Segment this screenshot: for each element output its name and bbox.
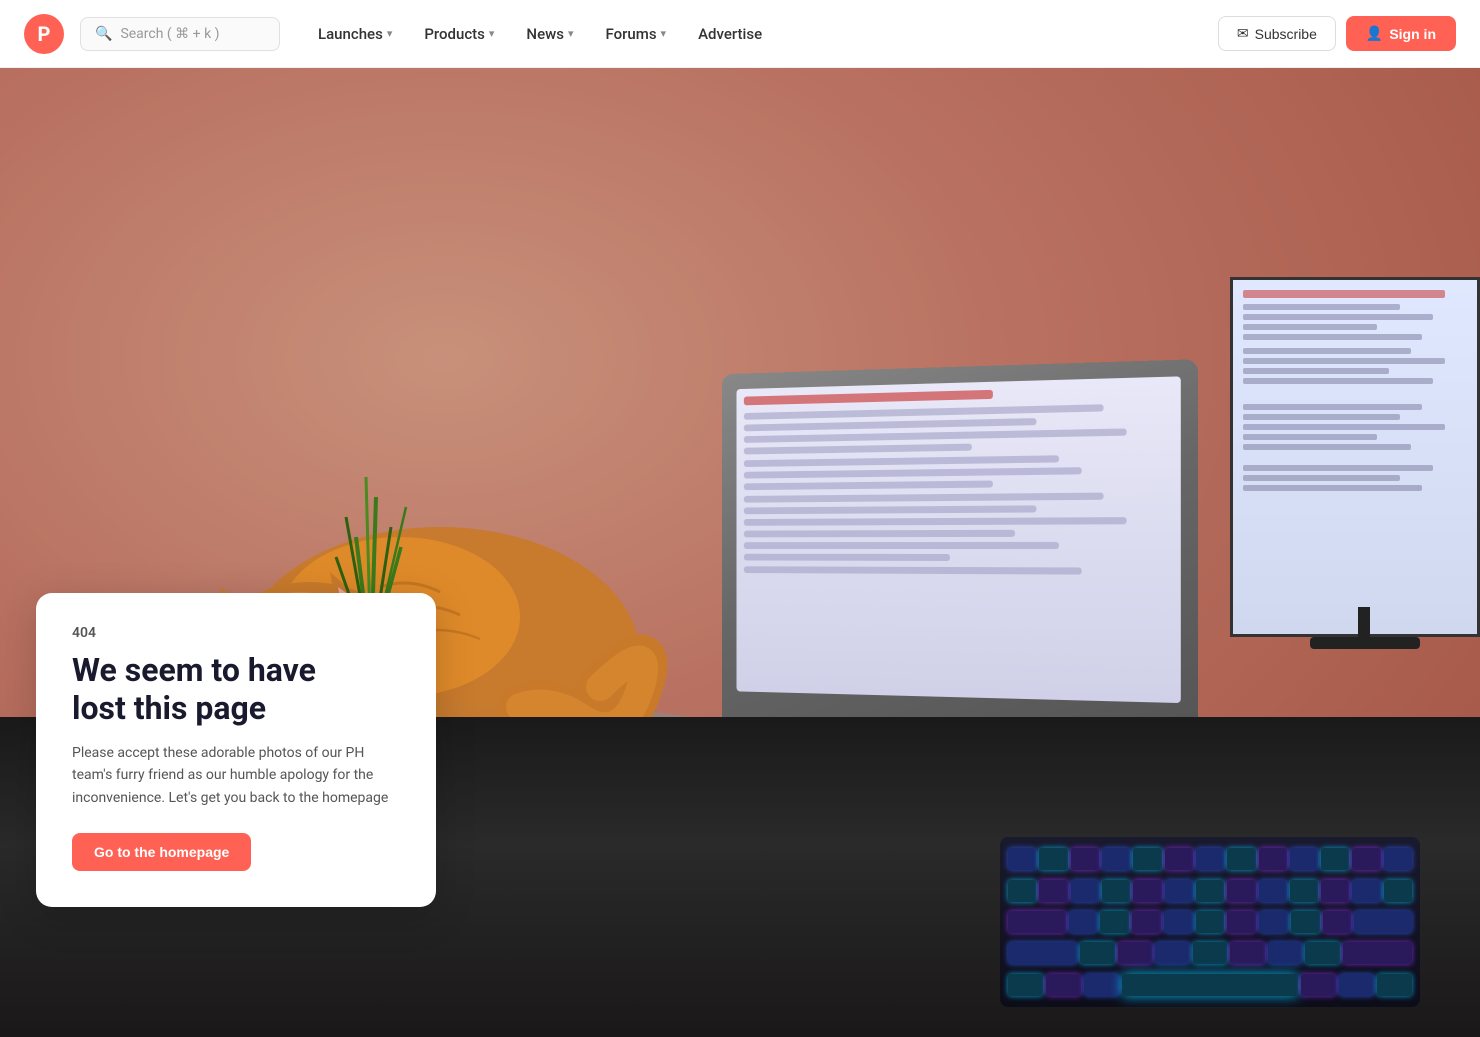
error-card: 404 We seem to have lost this page Pleas… <box>36 593 436 907</box>
signin-icon: 👤 <box>1366 25 1383 42</box>
keyboard <box>1000 837 1420 1007</box>
navbar: P 🔍 Search ( ⌘ + k ) Launches ▾ Products… <box>0 0 1480 68</box>
signin-label: Sign in <box>1389 26 1436 42</box>
go-to-homepage-button[interactable]: Go to the homepage <box>72 833 251 871</box>
nav-news[interactable]: News ▾ <box>512 17 587 51</box>
monitor-right-screen <box>1233 280 1477 634</box>
error-title-line1: We seem to have <box>72 651 316 689</box>
search-box[interactable]: 🔍 Search ( ⌘ + k ) <box>80 17 280 51</box>
nav-launches[interactable]: Launches ▾ <box>304 17 406 51</box>
monitor-base <box>1310 637 1420 649</box>
brand-logo[interactable]: P <box>24 14 64 54</box>
nav-advertise[interactable]: Advertise <box>684 17 776 51</box>
chevron-down-icon: ▾ <box>661 27 667 40</box>
subscribe-label: Subscribe <box>1255 26 1317 42</box>
nav-launches-label: Launches <box>318 25 383 43</box>
error-description: Please accept these adorable photos of o… <box>72 742 400 809</box>
nav-products[interactable]: Products ▾ <box>410 17 508 51</box>
nav-products-label: Products <box>424 25 485 43</box>
chevron-down-icon: ▾ <box>489 27 495 40</box>
laptop-screen-content <box>737 376 1181 588</box>
error-code: 404 <box>72 625 400 641</box>
nav-news-label: News <box>526 25 564 43</box>
nav-advertise-label: Advertise <box>698 25 762 43</box>
chevron-down-icon: ▾ <box>387 27 393 40</box>
laptop-screen <box>737 376 1181 703</box>
laptop <box>722 359 1198 735</box>
nav-forums[interactable]: Forums ▾ <box>591 17 680 51</box>
error-title: We seem to have lost this page <box>72 651 400 728</box>
subscribe-button[interactable]: ✉ Subscribe <box>1218 16 1336 51</box>
chevron-down-icon: ▾ <box>568 27 574 40</box>
search-icon: 🔍 <box>95 26 112 42</box>
nav-forums-label: Forums <box>605 25 656 43</box>
logo-letter: P <box>38 22 51 46</box>
search-placeholder: Search ( ⌘ + k ) <box>120 26 219 42</box>
signin-button[interactable]: 👤 Sign in <box>1346 16 1456 51</box>
error-title-line2: lost this page <box>72 689 266 727</box>
monitor-right <box>1230 277 1480 637</box>
subscribe-icon: ✉ <box>1237 25 1249 42</box>
go-to-homepage-label: Go to the homepage <box>94 844 229 860</box>
nav-links: Launches ▾ Products ▾ News ▾ Forums ▾ Ad… <box>304 17 776 51</box>
